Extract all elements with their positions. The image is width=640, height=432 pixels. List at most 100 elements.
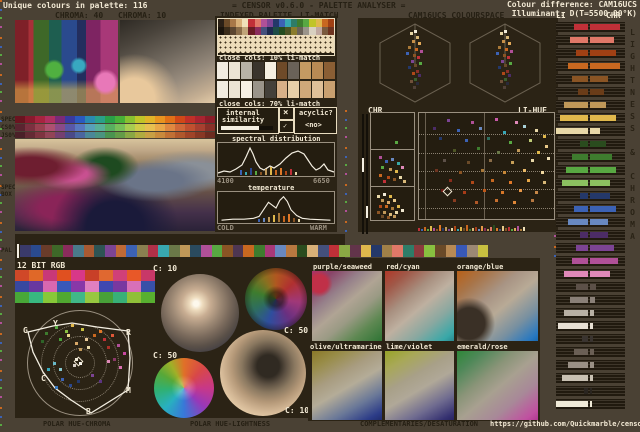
internal-similarity-checkbox[interactable]: × bbox=[279, 107, 294, 120]
li-bar bbox=[580, 193, 588, 199]
chroma10-label: CHROMA: 10 bbox=[118, 11, 167, 20]
li-bar bbox=[582, 336, 588, 342]
lightness-chroma-vertical-label: LIGHTNESS & CHROMA bbox=[628, 28, 637, 244]
cluster-dot bbox=[420, 50, 423, 53]
pal-strip-color bbox=[434, 245, 446, 257]
li-bar bbox=[572, 258, 588, 264]
cluster-dot bbox=[508, 74, 511, 77]
scatter-dot bbox=[391, 207, 394, 210]
chr-axis-track[interactable] bbox=[362, 114, 364, 234]
li-match-swatch bbox=[312, 81, 324, 98]
histogram-bar bbox=[442, 228, 444, 231]
pal-cursor[interactable] bbox=[17, 244, 19, 258]
js0-strip-color bbox=[145, 132, 155, 138]
pal-strip-color bbox=[403, 245, 414, 257]
polar-dot bbox=[93, 334, 96, 337]
scatter-dot bbox=[513, 201, 516, 204]
edge-speckle-mid bbox=[345, 110, 347, 232]
internal-similarity-gauge-fill bbox=[221, 126, 259, 130]
polar-dot bbox=[47, 368, 50, 371]
cs0-strip-color bbox=[115, 124, 125, 131]
scatter-dot bbox=[529, 139, 532, 142]
chr-axis-track2[interactable] bbox=[366, 114, 368, 234]
scatter-dot bbox=[547, 157, 550, 160]
spectral-bar bbox=[250, 168, 252, 175]
acyclic-checkbox[interactable]: ✓ bbox=[279, 120, 294, 133]
colourspace-wireframes bbox=[379, 23, 541, 103]
cluster-dot bbox=[509, 62, 512, 65]
cluster-dot bbox=[505, 48, 508, 51]
js0-strip-color bbox=[205, 132, 215, 138]
histogram-bar bbox=[463, 228, 465, 231]
spec-strip-color bbox=[145, 116, 155, 123]
chr-bar bbox=[590, 76, 608, 82]
scatter-dot bbox=[501, 191, 504, 194]
js0-strip-color bbox=[45, 132, 55, 138]
cluster-dot bbox=[412, 40, 415, 43]
cluster-dot bbox=[410, 80, 413, 83]
scatter-dot bbox=[389, 168, 392, 171]
histogram-bar bbox=[475, 227, 477, 231]
polar-dot bbox=[91, 374, 94, 377]
pal-strip-color bbox=[360, 245, 372, 257]
twelve-bit-rgb-label: 12 BIT RGB bbox=[17, 261, 66, 270]
chr-bar bbox=[590, 102, 606, 108]
li-match-swatch bbox=[300, 62, 312, 79]
scatter-dot bbox=[543, 181, 546, 184]
scatter-dot bbox=[471, 121, 474, 124]
pal-strip-color bbox=[424, 245, 435, 257]
comp-field-olive-ultramarine bbox=[312, 351, 382, 420]
cluster-dot bbox=[416, 82, 419, 85]
rgb-cell bbox=[29, 270, 43, 281]
cluster-dot bbox=[510, 50, 513, 53]
histogram-bar bbox=[457, 229, 459, 231]
axis-g: G bbox=[23, 326, 28, 335]
ball-chroma10-top bbox=[161, 274, 239, 352]
cluster-dot bbox=[419, 62, 422, 65]
cluster-dot bbox=[408, 66, 411, 69]
spectral-min-tick: 4100 bbox=[217, 177, 234, 185]
li-bar bbox=[562, 375, 588, 381]
scatter-dot bbox=[503, 131, 506, 134]
histogram-bar bbox=[448, 229, 450, 231]
spec-strip-color bbox=[45, 116, 55, 123]
github-url-link[interactable]: https://github.com/Quickmarble/censor bbox=[490, 420, 640, 428]
js0-strip-color bbox=[105, 132, 115, 138]
palette-swatch bbox=[327, 27, 334, 35]
chr-box-high bbox=[370, 186, 415, 221]
cluster-dot bbox=[416, 36, 419, 39]
spec-strip-color bbox=[195, 116, 205, 123]
scatter-dot bbox=[379, 205, 382, 208]
li-match-swatch bbox=[252, 62, 264, 79]
scatter-dot bbox=[495, 199, 498, 202]
rgb-cell bbox=[15, 270, 29, 281]
pal-strip[interactable] bbox=[20, 245, 489, 257]
scatter-dot bbox=[535, 191, 538, 194]
pal-strip-color bbox=[94, 245, 106, 257]
histogram-bar bbox=[451, 228, 453, 231]
js0-strip-color bbox=[35, 132, 45, 138]
pal-strip-color bbox=[73, 245, 84, 257]
scatter-dot bbox=[457, 129, 460, 132]
li-bar bbox=[576, 245, 588, 251]
li-bar bbox=[564, 271, 588, 277]
histogram-bar bbox=[430, 226, 432, 231]
indexed-palette-swatches bbox=[218, 19, 334, 35]
cluster-dot bbox=[506, 82, 509, 85]
chr-bar bbox=[590, 206, 616, 212]
temperature-bar bbox=[273, 215, 275, 222]
polar-dot bbox=[55, 386, 58, 389]
pal-strip-color bbox=[126, 245, 138, 257]
scatter-dot bbox=[487, 137, 490, 140]
pal-strip-color bbox=[456, 245, 467, 257]
polar-dot bbox=[113, 358, 116, 361]
rgb-cell bbox=[85, 281, 99, 292]
cluster-dot bbox=[418, 74, 421, 77]
pal-strip-color bbox=[211, 245, 223, 257]
li-bar bbox=[564, 102, 588, 108]
scatter-dot bbox=[531, 159, 534, 162]
polar-hue-chroma-title: POLAR HUE-CHROMA bbox=[43, 420, 111, 428]
chr-bar bbox=[590, 24, 620, 30]
cluster-dot bbox=[501, 60, 504, 63]
scatter-dot bbox=[453, 199, 456, 202]
